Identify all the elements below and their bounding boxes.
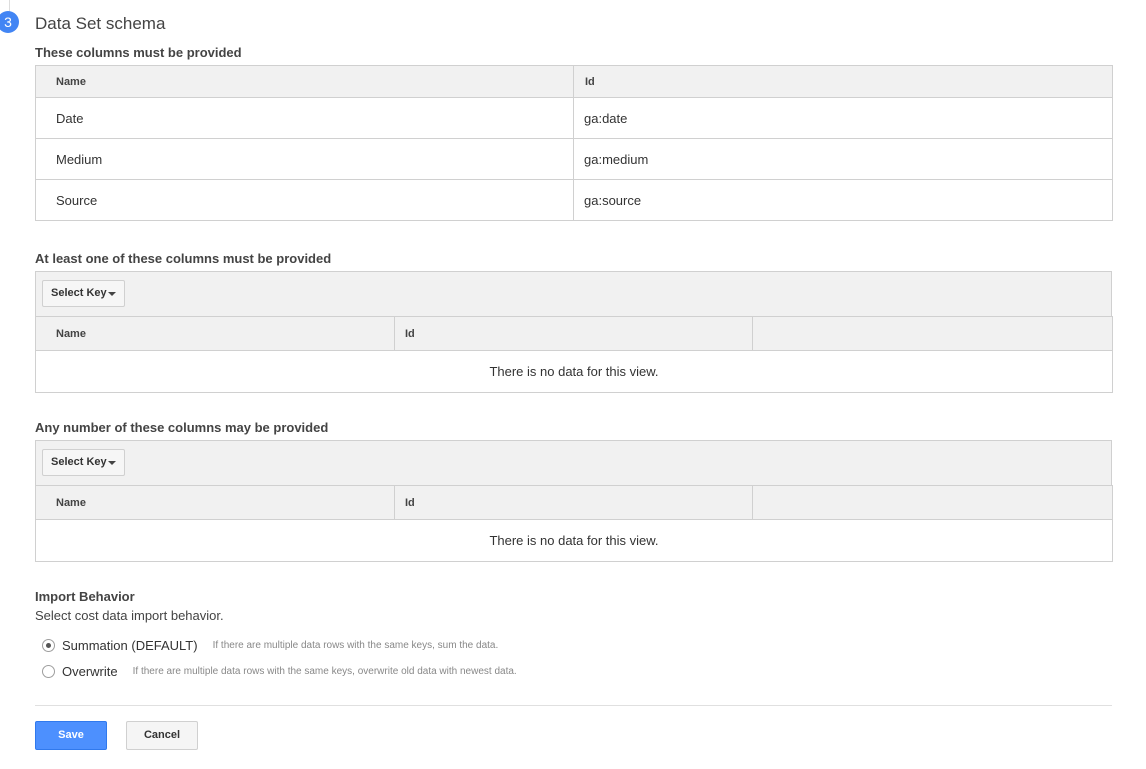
table-header-row: Name Id [35, 316, 1113, 351]
save-button[interactable]: Save [35, 721, 107, 750]
empty-row: There is no data for this view. [35, 350, 1113, 393]
any-number-toolbar: Select Key [35, 440, 1112, 485]
column-header-actions [752, 316, 1113, 351]
empty-message: There is no data for this view. [35, 519, 1113, 562]
column-header-name: Name [35, 316, 395, 351]
table-row: Medium ga:medium [35, 138, 1113, 180]
column-header-actions [752, 485, 1113, 520]
column-header-id: Id [394, 316, 753, 351]
row-name-cell: Date [35, 97, 574, 139]
select-key-dropdown[interactable]: Select Key [42, 449, 125, 476]
radio-help-summation: If there are multiple data rows with the… [212, 639, 499, 651]
row-name-cell: Medium [35, 138, 574, 180]
empty-row: There is no data for this view. [35, 519, 1113, 562]
row-id-cell: ga:source [573, 179, 1113, 221]
at-least-one-title: At least one of these columns must be pr… [35, 251, 332, 266]
select-key-label: Select Key [51, 456, 107, 468]
import-behavior-title: Import Behavior [35, 589, 135, 604]
column-header-name: Name [35, 65, 574, 98]
select-key-dropdown[interactable]: Select Key [42, 280, 125, 307]
radio-label-overwrite[interactable]: Overwrite [62, 664, 118, 679]
empty-message: There is no data for this view. [35, 350, 1113, 393]
import-behavior-subtitle: Select cost data import behavior. [35, 608, 224, 623]
step-number-badge: 3 [0, 11, 19, 33]
radio-label-summation[interactable]: Summation (DEFAULT) [62, 638, 198, 653]
divider [35, 705, 1112, 706]
step-title: Data Set schema [35, 14, 166, 33]
column-header-name: Name [35, 485, 395, 520]
required-columns-title: These columns must be provided [35, 45, 242, 60]
table-row: Source ga:source [35, 179, 1113, 221]
radio-option-overwrite[interactable]: Overwrite If there are multiple data row… [42, 663, 517, 679]
cancel-button[interactable]: Cancel [126, 721, 198, 750]
table-row: Date ga:date [35, 97, 1113, 139]
radio-option-summation[interactable]: Summation (DEFAULT) If there are multipl… [42, 637, 498, 653]
any-number-table: Name Id There is no data for this view. [35, 485, 1113, 562]
row-id-cell: ga:date [573, 97, 1113, 139]
table-header-row: Name Id [35, 65, 1113, 98]
chevron-down-icon [108, 292, 116, 296]
table-header-row: Name Id [35, 485, 1113, 520]
row-name-cell: Source [35, 179, 574, 221]
required-columns-table: Name Id Date ga:date Medium ga:medium So… [35, 65, 1113, 221]
chevron-down-icon [108, 461, 116, 465]
row-id-cell: ga:medium [573, 138, 1113, 180]
radio-help-overwrite: If there are multiple data rows with the… [132, 665, 517, 677]
radio-button-overwrite[interactable] [42, 664, 55, 678]
at-least-one-table: Name Id There is no data for this view. [35, 316, 1113, 393]
at-least-one-toolbar: Select Key [35, 271, 1112, 316]
column-header-id: Id [573, 65, 1113, 98]
radio-button-summation[interactable] [42, 638, 55, 652]
column-header-id: Id [394, 485, 753, 520]
any-number-title: Any number of these columns may be provi… [35, 420, 329, 435]
select-key-label: Select Key [51, 287, 107, 299]
